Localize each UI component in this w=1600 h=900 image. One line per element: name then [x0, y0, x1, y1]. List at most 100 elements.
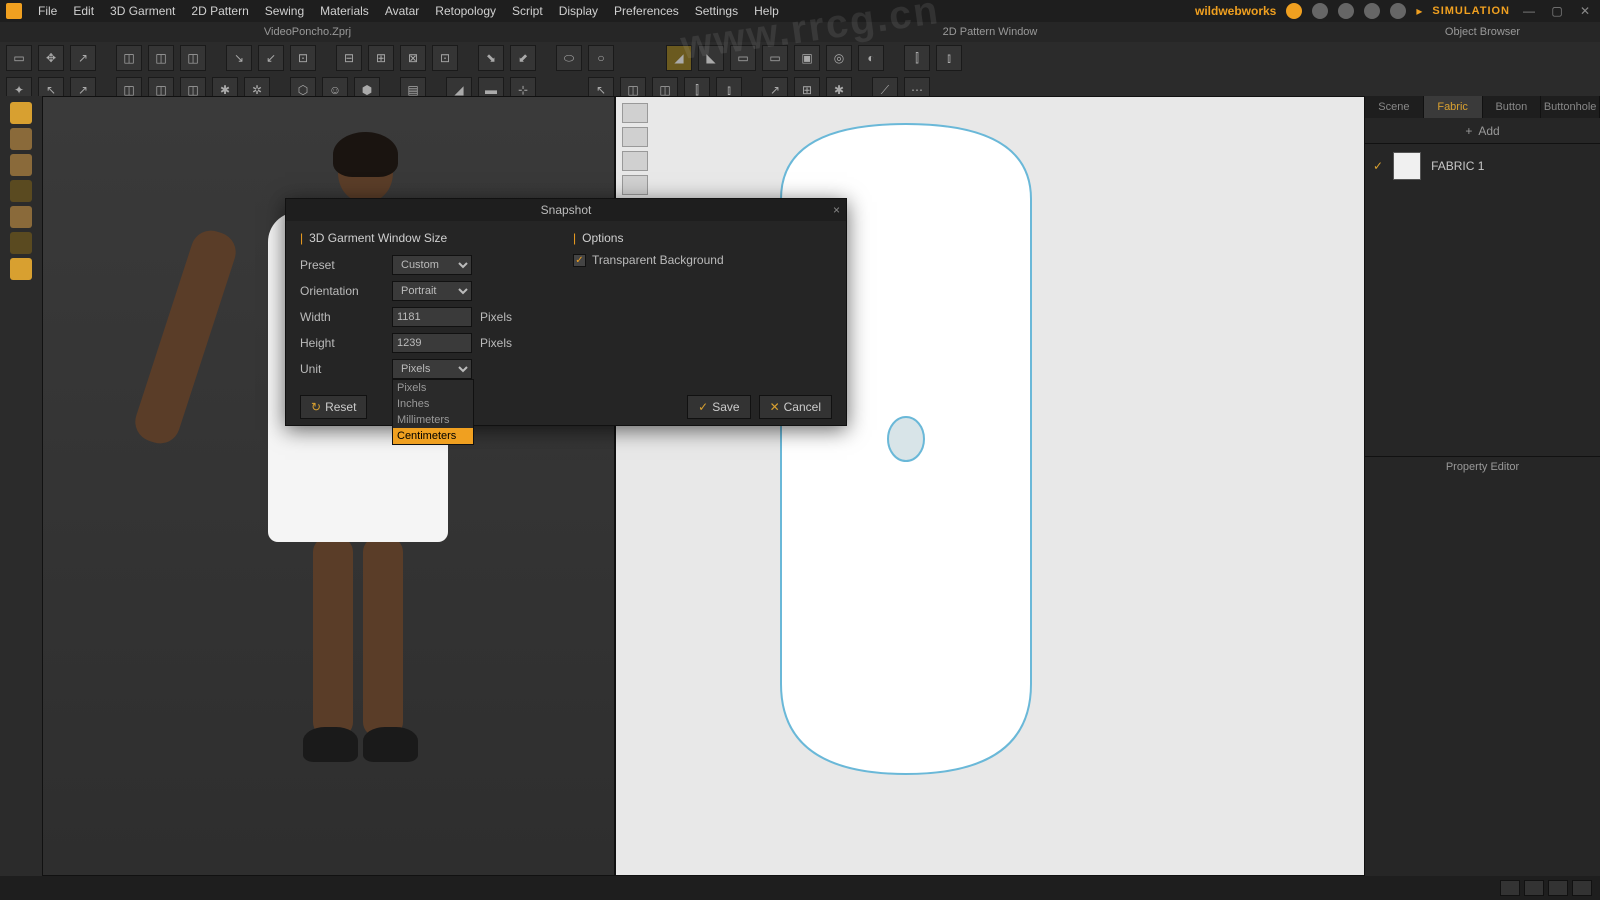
tab-button[interactable]: Button — [1483, 96, 1542, 118]
tool-l-icon[interactable]: ⬋ — [510, 45, 536, 71]
sim-arrow-icon: ▸ — [1416, 4, 1422, 18]
unit-dropdown[interactable]: Pixels Pixels Inches Millimeters Centime… — [392, 359, 472, 379]
tool2d-g-icon[interactable]: ◐ — [858, 45, 884, 71]
tab-scene[interactable]: Scene — [1365, 96, 1424, 118]
menu-help[interactable]: Help — [746, 0, 787, 22]
file-title: VideoPoncho.Zprj — [0, 26, 615, 38]
tool-arrow-icon[interactable]: ↗ — [70, 45, 96, 71]
avatar-pose-icon[interactable] — [10, 154, 32, 176]
unit-select[interactable]: Pixels — [392, 359, 472, 379]
2d-window-title: 2D Pattern Window — [615, 26, 1365, 38]
tool-k-icon[interactable]: ⬊ — [478, 45, 504, 71]
tool-g-icon[interactable]: ⊟ — [336, 45, 362, 71]
fabric-list: ✓ FABRIC 1 — [1365, 144, 1600, 188]
check-icon[interactable]: ✓ — [1373, 159, 1383, 173]
dialog-titlebar[interactable]: Snapshot × — [286, 199, 846, 221]
tool-m-icon[interactable]: ⬭ — [556, 45, 582, 71]
tool-h-icon[interactable]: ⊞ — [368, 45, 394, 71]
menu-3d-garment[interactable]: 3D Garment — [102, 0, 183, 22]
check-icon: ✓ — [698, 400, 708, 414]
tool-b-icon[interactable]: ◫ — [148, 45, 174, 71]
status-btn-d[interactable] — [1572, 880, 1592, 896]
height-input[interactable] — [392, 333, 472, 353]
tool-d-icon[interactable]: ↘ — [226, 45, 252, 71]
avatar-face-icon[interactable] — [10, 258, 32, 280]
minimize-button[interactable]: — — [1520, 4, 1538, 18]
menu-edit[interactable]: Edit — [65, 0, 102, 22]
menu-file[interactable]: File — [30, 0, 65, 22]
maximize-button[interactable]: ▢ — [1548, 4, 1566, 18]
fabric-swatch[interactable] — [1393, 152, 1421, 180]
user-icon[interactable] — [1338, 3, 1354, 19]
cloud-icon[interactable] — [1286, 3, 1302, 19]
height-label: Height — [300, 336, 392, 350]
add-row[interactable]: + Add — [1365, 118, 1600, 144]
2d-tool-a-icon[interactable] — [622, 103, 648, 123]
tool-move-icon[interactable]: ✥ — [38, 45, 64, 71]
tool-f-icon[interactable]: ⊡ — [290, 45, 316, 71]
tool2d-f-icon[interactable]: ◎ — [826, 45, 852, 71]
property-editor: Property Editor — [1365, 456, 1600, 876]
tab-buttonhole[interactable]: Buttonhole — [1541, 96, 1600, 118]
tool2d-b-icon[interactable]: ◣ — [698, 45, 724, 71]
menu-settings[interactable]: Settings — [687, 0, 746, 22]
menu-avatar[interactable]: Avatar — [377, 0, 427, 22]
tool2d-c-icon[interactable]: ▭ — [730, 45, 756, 71]
avatar-measure-icon[interactable] — [10, 206, 32, 228]
status-btn-c[interactable] — [1548, 880, 1568, 896]
preset-select[interactable]: Custom — [392, 255, 472, 275]
avatar-hair-icon[interactable] — [10, 232, 32, 254]
menu-sewing[interactable]: Sewing — [257, 0, 312, 22]
unit-opt-cm[interactable]: Centimeters — [393, 428, 473, 444]
settings-icon[interactable] — [1390, 3, 1406, 19]
tool-a-icon[interactable]: ◫ — [116, 45, 142, 71]
2d-tool-d-icon[interactable] — [622, 175, 648, 195]
menu-script[interactable]: Script — [504, 0, 551, 22]
status-btn-b[interactable] — [1524, 880, 1544, 896]
avatar-shirt-icon[interactable] — [10, 102, 32, 124]
save-button[interactable]: ✓ Save — [687, 395, 750, 419]
sound-icon[interactable] — [1312, 3, 1328, 19]
orientation-label: Orientation — [300, 284, 392, 298]
2d-tool-b-icon[interactable] — [622, 127, 648, 147]
tool2d-h-icon[interactable]: ⫿ — [904, 45, 930, 71]
help-icon[interactable] — [1364, 3, 1380, 19]
tool2d-e-icon[interactable]: ▣ — [794, 45, 820, 71]
right-panel: Scene Fabric Button Buttonhole + Add ✓ F… — [1365, 96, 1600, 876]
tool-n-icon[interactable]: ○ — [588, 45, 614, 71]
orientation-select[interactable]: Portrait — [392, 281, 472, 301]
width-input[interactable] — [392, 307, 472, 327]
fabric-item[interactable]: ✓ FABRIC 1 — [1373, 152, 1592, 180]
dialog-close-button[interactable]: × — [833, 203, 840, 217]
menu-materials[interactable]: Materials — [312, 0, 377, 22]
tool-c-icon[interactable]: ◫ — [180, 45, 206, 71]
transparent-bg-label: Transparent Background — [592, 253, 724, 267]
2d-tool-c-icon[interactable] — [622, 151, 648, 171]
tool-select-icon[interactable]: ▭ — [6, 45, 32, 71]
tool2d-a-icon[interactable]: ◢ — [666, 45, 692, 71]
cancel-button[interactable]: ✕ Cancel — [759, 395, 832, 419]
menu-2d-pattern[interactable]: 2D Pattern — [183, 0, 256, 22]
tool2d-i-icon[interactable]: ⫾ — [936, 45, 962, 71]
unit-opt-pixels[interactable]: Pixels — [393, 380, 473, 396]
tool2d-d-icon[interactable]: ▭ — [762, 45, 788, 71]
unit-opt-inches[interactable]: Inches — [393, 396, 473, 412]
tool-i-icon[interactable]: ⊠ — [400, 45, 426, 71]
unit-opt-mm[interactable]: Millimeters — [393, 412, 473, 428]
tab-fabric[interactable]: Fabric — [1424, 96, 1483, 118]
avatar-body-icon[interactable] — [10, 128, 32, 150]
menu-preferences[interactable]: Preferences — [606, 0, 687, 22]
simulation-label[interactable]: SIMULATION — [1432, 5, 1510, 17]
transparent-bg-row[interactable]: ✓ Transparent Background — [573, 253, 832, 267]
reset-button[interactable]: ↻ Reset — [300, 395, 367, 419]
transparent-bg-checkbox[interactable]: ✓ — [573, 254, 586, 267]
avatar-texture-icon[interactable] — [10, 180, 32, 202]
tool-e-icon[interactable]: ↙ — [258, 45, 284, 71]
section-options: Options — [573, 231, 832, 245]
tool-j-icon[interactable]: ⊡ — [432, 45, 458, 71]
width-unit: Pixels — [480, 310, 512, 324]
close-button[interactable]: ✕ — [1576, 4, 1594, 18]
status-btn-a[interactable] — [1500, 880, 1520, 896]
menu-display[interactable]: Display — [551, 0, 606, 22]
menu-retopology[interactable]: Retopology — [427, 0, 504, 22]
